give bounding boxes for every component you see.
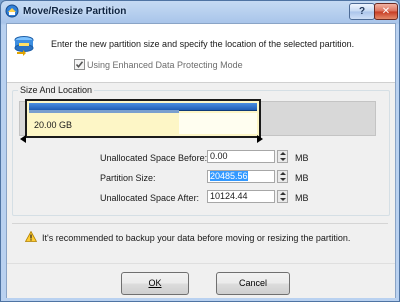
instruction-text: Enter the new partition size and specify… (51, 39, 355, 49)
close-button[interactable]: ✕ (374, 3, 398, 20)
separator (12, 223, 388, 224)
app-icon (5, 4, 19, 18)
partition-size-field-label: Partition Size: (100, 173, 156, 183)
warning-icon (25, 231, 37, 242)
group-title: Size And Location (18, 85, 95, 95)
cancel-button[interactable]: Cancel (216, 272, 290, 295)
partition-size-unit: MB (295, 173, 309, 183)
unallocated-after-label: Unallocated Space After: (100, 193, 200, 203)
partition-size-spinner[interactable] (277, 170, 288, 183)
partition-block[interactable]: 20.00 GB (25, 99, 261, 138)
unallocated-before-input[interactable]: 0.00 (207, 150, 275, 163)
window-title: Move/Resize Partition (23, 6, 127, 17)
partition-free-area (179, 113, 257, 134)
partition-resize-icon (14, 36, 34, 56)
unallocated-before-spinner[interactable] (277, 150, 288, 163)
header-panel: Enter the new partition size and specify… (7, 24, 395, 83)
enhanced-protection-label: Using Enhanced Data Protecting Mode (87, 60, 243, 70)
unallocated-after-spinner[interactable] (277, 190, 288, 203)
help-button[interactable]: ? (349, 3, 375, 20)
unallocated-after-unit: MB (295, 193, 309, 203)
move-resize-dialog: Move/Resize Partition ? ✕ Enter the new … (0, 0, 400, 302)
unallocated-before-label: Unallocated Space Before: (100, 153, 208, 163)
unallocated-before-unit: MB (295, 153, 309, 163)
partition-size-input[interactable]: 20485.56 (207, 170, 275, 183)
ok-button[interactable]: OK (121, 272, 189, 295)
left-resize-handle[interactable] (20, 135, 26, 143)
checkmark-icon (75, 61, 84, 69)
button-bar (7, 263, 395, 298)
enhanced-protection-checkbox[interactable] (74, 59, 85, 70)
right-resize-handle[interactable] (257, 135, 263, 143)
backup-warning-text: It's recommended to backup your data bef… (42, 233, 351, 243)
dialog-body: Enter the new partition size and specify… (6, 23, 396, 298)
title-bar[interactable]: Move/Resize Partition ? ✕ (1, 1, 399, 23)
partition-used-indicator (29, 110, 179, 113)
partition-size-label: 20.00 GB (34, 120, 73, 130)
unallocated-after-input[interactable]: 10124.44 (207, 190, 275, 203)
